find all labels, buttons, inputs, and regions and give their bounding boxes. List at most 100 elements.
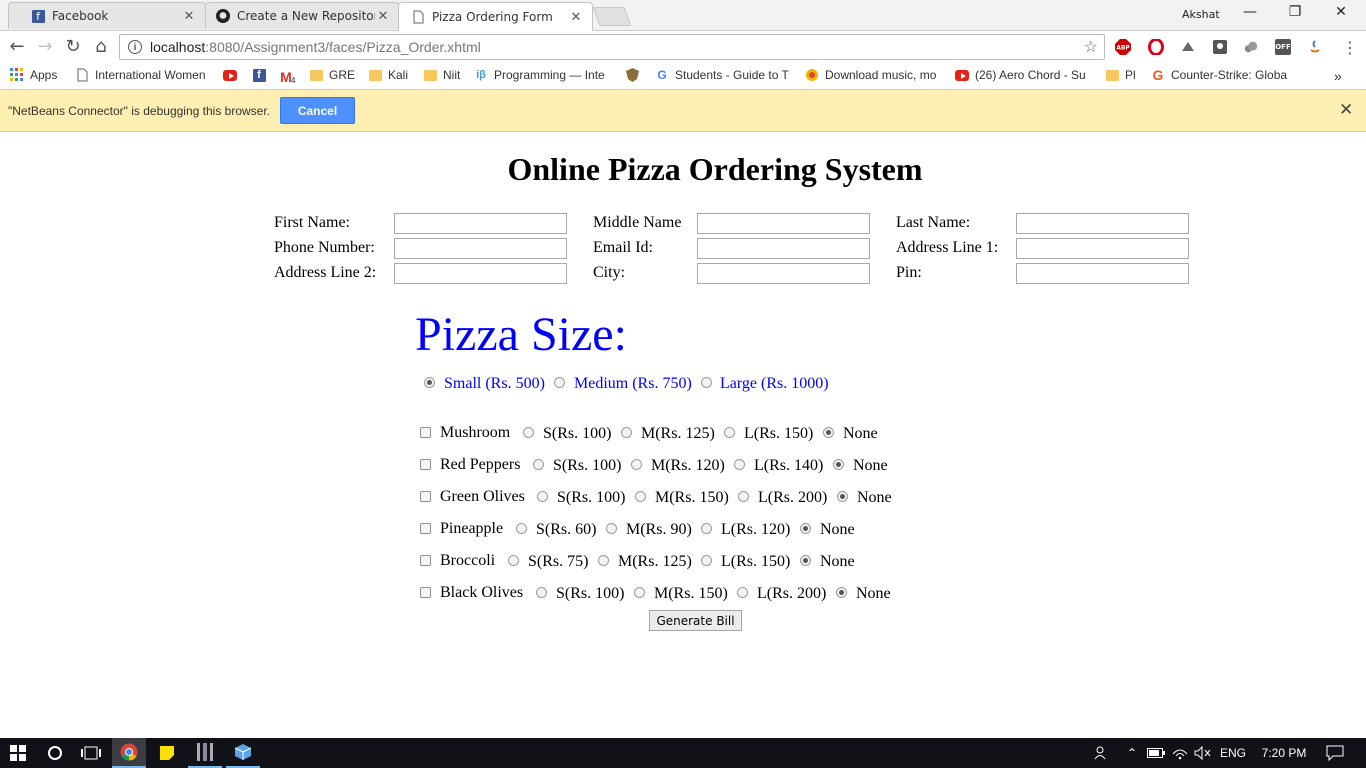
mushroom-m-radio[interactable] <box>621 427 632 438</box>
red-peppers-m-radio[interactable] <box>631 459 642 470</box>
black-olives-s-label[interactable]: S(Rs. 100) <box>556 585 624 603</box>
black-olives-m-label[interactable]: M(Rs. 150) <box>654 585 728 603</box>
bookmark-gmail[interactable]: M 4 <box>279 68 295 86</box>
tab-pizza-ordering-form[interactable]: Pizza Ordering Form ✕ <box>398 2 593 31</box>
green-olives-l-label[interactable]: L(Rs. 200) <box>758 489 827 507</box>
green-olives-m-radio[interactable] <box>635 491 646 502</box>
broccoli-s-label[interactable]: S(Rs. 75) <box>528 553 588 571</box>
pineapple-none-label[interactable]: None <box>820 521 855 539</box>
chevron-up-icon[interactable]: ⌃ <box>1122 738 1142 768</box>
pineapple-s-label[interactable]: S(Rs. 60) <box>536 521 596 539</box>
opera-icon[interactable] <box>1148 39 1164 55</box>
black-olives-l-label[interactable]: L(Rs. 200) <box>757 585 826 603</box>
green-olives-none-label[interactable]: None <box>857 489 892 507</box>
bookmark-apps[interactable]: Apps <box>10 68 57 82</box>
netbeans-taskbar-icon[interactable] <box>188 738 222 768</box>
red-peppers-none-radio[interactable] <box>833 459 844 470</box>
broccoli-none-label[interactable]: None <box>820 553 855 571</box>
clock[interactable]: 7:20 PM <box>1254 738 1314 768</box>
minimize-icon[interactable]: — <box>1235 4 1265 20</box>
pineapple-none-radio[interactable] <box>800 523 811 534</box>
address-line-2-field[interactable] <box>394 263 567 284</box>
broccoli-none-radio[interactable] <box>800 555 811 566</box>
green-olives-s-radio[interactable] <box>537 491 548 502</box>
chrome-taskbar-icon[interactable] <box>112 738 146 768</box>
volume-muted-icon[interactable] <box>1192 738 1214 768</box>
red-peppers-checkbox[interactable] <box>420 459 431 470</box>
black-olives-l-radio[interactable] <box>737 587 748 598</box>
adblock-icon[interactable]: ABP <box>1115 39 1131 55</box>
pineapple-m-label[interactable]: M(Rs. 90) <box>626 521 692 539</box>
pineapple-l-radio[interactable] <box>701 523 712 534</box>
language-indicator[interactable]: ENG <box>1218 738 1248 768</box>
bookmark-facebook[interactable]: f <box>252 68 272 82</box>
bookmark-niit[interactable]: Niit <box>423 68 460 82</box>
last-name-field[interactable] <box>1016 213 1189 234</box>
bookmark-counter-strike[interactable]: G Counter-Strike: Globa <box>1151 67 1288 83</box>
address-bar[interactable]: i localhost:8080/Assignment3/faces/Pizza… <box>119 34 1105 60</box>
wifi-icon[interactable] <box>1170 738 1190 768</box>
red-peppers-l-radio[interactable] <box>734 459 745 470</box>
pineapple-l-label[interactable]: L(Rs. 120) <box>721 521 790 539</box>
city-field[interactable] <box>697 263 870 284</box>
first-name-field[interactable] <box>394 213 567 234</box>
extension-icon[interactable] <box>1180 39 1196 55</box>
size-small-radio[interactable] <box>424 377 435 388</box>
mushroom-l-label[interactable]: L(Rs. 150) <box>744 425 813 443</box>
cube-app-icon[interactable] <box>226 738 260 768</box>
mushroom-checkbox[interactable] <box>420 427 431 438</box>
menu-icon[interactable]: ⋮ <box>1342 38 1358 57</box>
red-peppers-none-label[interactable]: None <box>853 457 888 475</box>
mushroom-none-radio[interactable] <box>823 427 834 438</box>
email-id-field[interactable] <box>697 238 870 259</box>
tab-github[interactable]: Create a New Repository ✕ <box>205 2 400 29</box>
bookmark-gre[interactable]: GRE <box>309 68 355 82</box>
action-center-icon[interactable] <box>1320 738 1350 768</box>
sticky-notes-icon[interactable] <box>150 738 184 768</box>
home-icon[interactable]: ⌂ <box>90 36 112 58</box>
pineapple-checkbox[interactable] <box>420 523 431 534</box>
black-olives-m-radio[interactable] <box>634 587 645 598</box>
off-extension-icon[interactable]: OFF <box>1275 39 1291 55</box>
phone-number-field[interactable] <box>394 238 567 259</box>
cancel-button[interactable]: Cancel <box>280 97 355 124</box>
java-icon[interactable] <box>1307 39 1323 55</box>
black-olives-none-radio[interactable] <box>836 587 847 598</box>
black-olives-checkbox[interactable] <box>420 587 431 598</box>
size-large-radio[interactable] <box>701 377 712 388</box>
task-view-icon[interactable] <box>74 738 108 768</box>
more-bookmarks-button[interactable]: » <box>1334 68 1342 84</box>
size-large-label[interactable]: Large (Rs. 1000) <box>720 375 829 393</box>
bookmark-download-music[interactable]: Download music, mo <box>805 68 936 82</box>
black-olives-s-radio[interactable] <box>536 587 547 598</box>
bookmark-kali[interactable]: Kali <box>368 68 408 82</box>
tab-facebook[interactable]: f Facebook ✕ <box>8 2 206 29</box>
windows-start-icon[interactable] <box>0 738 36 768</box>
broccoli-l-radio[interactable] <box>701 555 712 566</box>
broccoli-m-label[interactable]: M(Rs. 125) <box>618 553 692 571</box>
generate-bill-button[interactable]: Generate Bill <box>649 610 742 631</box>
size-medium-radio[interactable] <box>554 377 565 388</box>
close-tab-icon[interactable]: ✕ <box>568 10 584 25</box>
address-line-1-field[interactable] <box>1016 238 1189 259</box>
search-circle-icon[interactable] <box>38 738 72 768</box>
mushroom-l-radio[interactable] <box>724 427 735 438</box>
reload-icon[interactable]: ↻ <box>62 36 84 58</box>
forward-icon[interactable]: → <box>34 36 56 58</box>
close-window-icon[interactable]: ✕ <box>1326 4 1356 20</box>
red-peppers-m-label[interactable]: M(Rs. 120) <box>651 457 725 475</box>
bookmark-students-guide[interactable]: G Students - Guide to T <box>655 68 789 82</box>
bookmark-aero-chord[interactable]: (26) Aero Chord - Su <box>955 68 1086 82</box>
close-infobar-icon[interactable]: ✕ <box>1339 100 1353 120</box>
info-icon[interactable]: i <box>128 40 142 54</box>
green-olives-m-label[interactable]: M(Rs. 150) <box>655 489 729 507</box>
location-extension-icon[interactable] <box>1212 39 1228 55</box>
red-peppers-s-label[interactable]: S(Rs. 100) <box>553 457 621 475</box>
close-tab-icon[interactable]: ✕ <box>181 9 197 24</box>
bookmark-youtube[interactable] <box>223 68 243 82</box>
green-olives-l-radio[interactable] <box>738 491 749 502</box>
new-tab-button[interactable] <box>592 7 632 26</box>
pineapple-m-radio[interactable] <box>606 523 617 534</box>
battery-icon[interactable] <box>1146 738 1166 768</box>
back-icon[interactable]: ← <box>6 36 28 58</box>
